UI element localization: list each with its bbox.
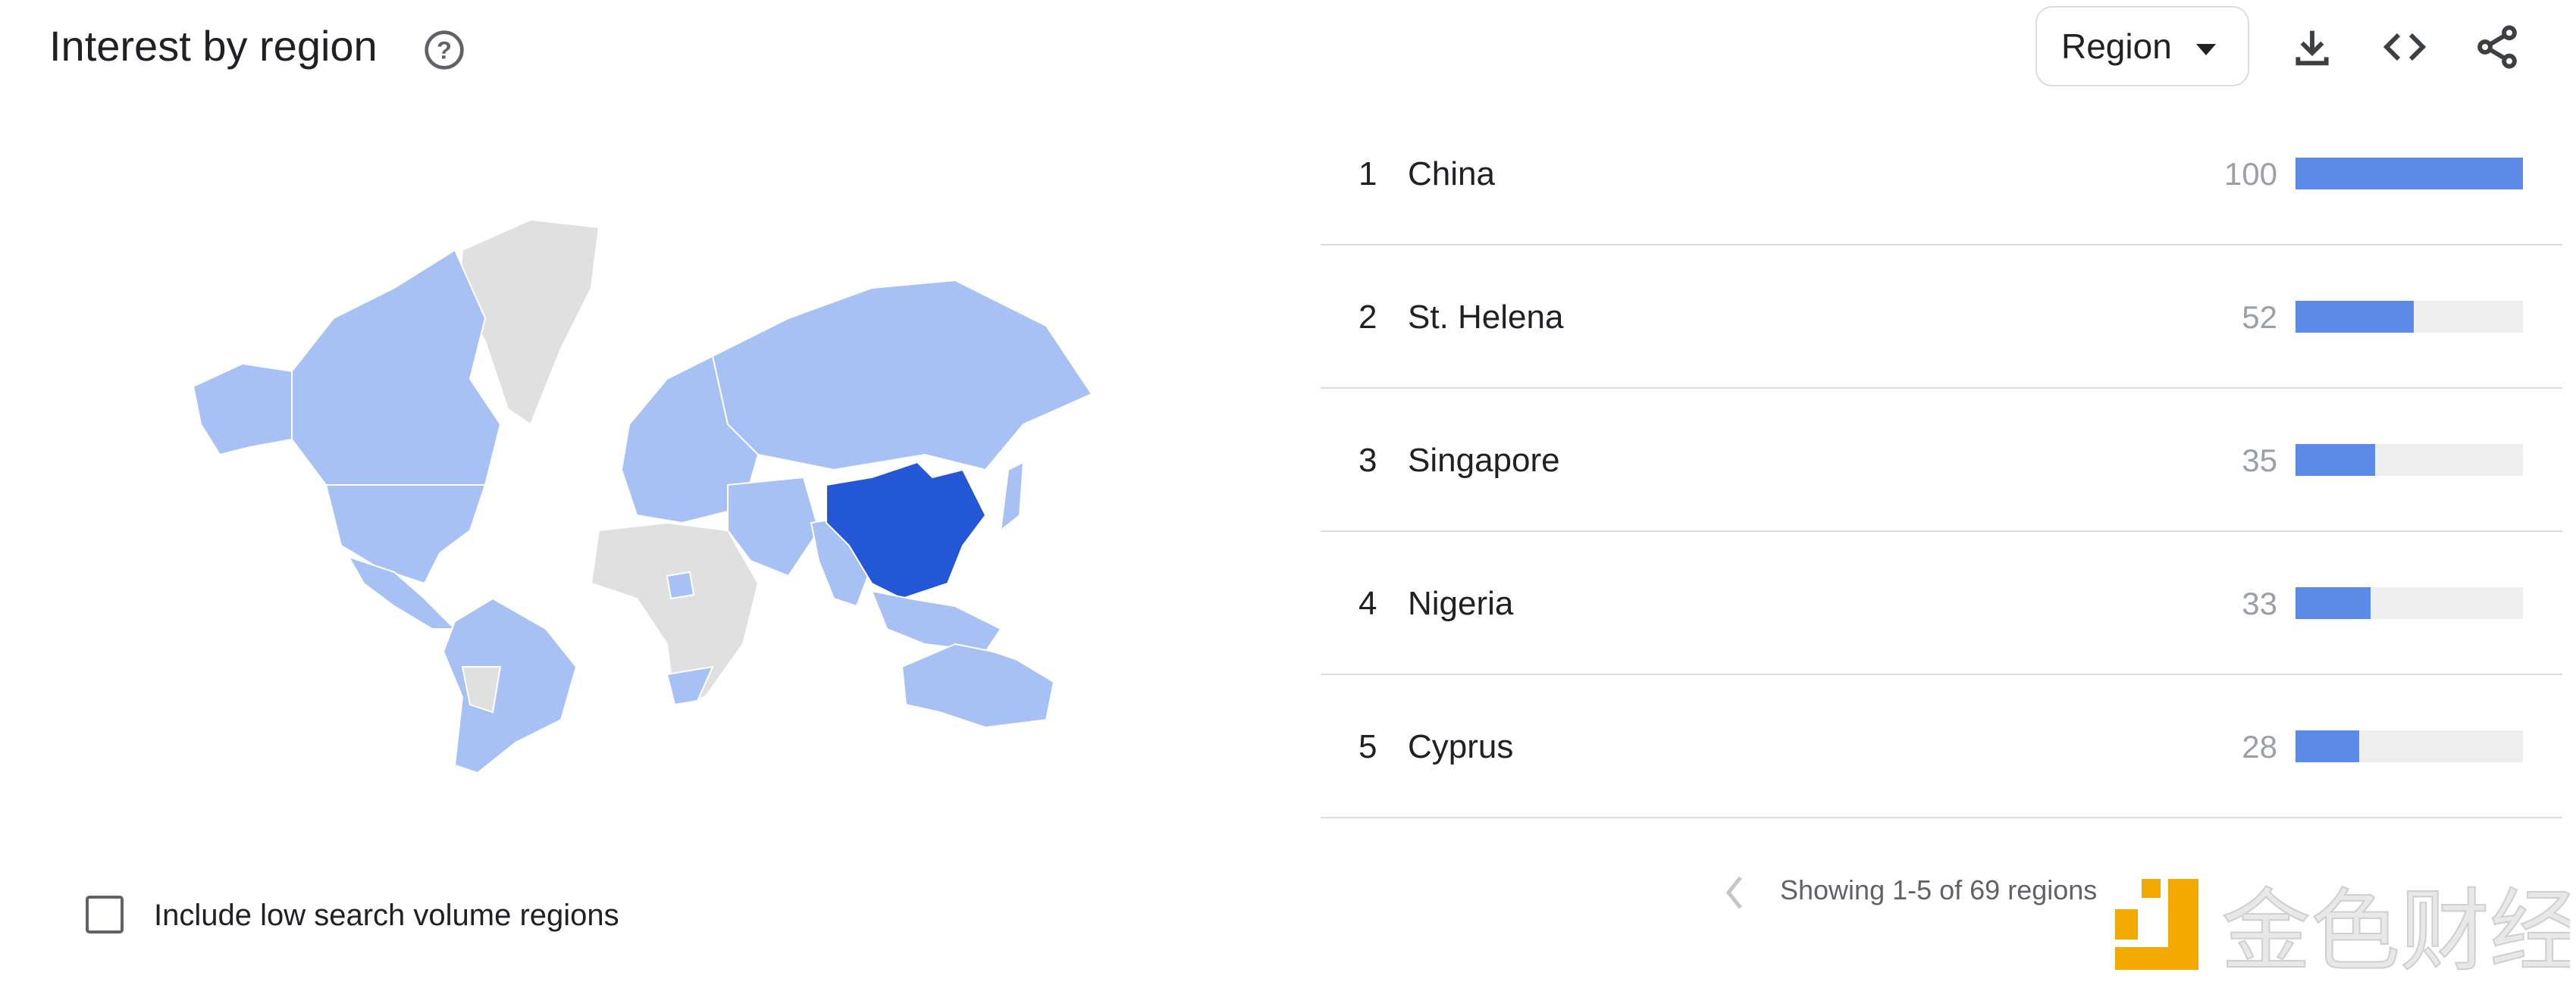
region-name: Singapore: [1408, 442, 1560, 479]
rank: 3: [1359, 442, 1377, 479]
caret-down-icon: [2196, 44, 2216, 55]
map-region-alaska: [192, 362, 293, 456]
region-value: 100: [2223, 156, 2277, 192]
value-bar: [2296, 301, 2414, 333]
map-region-japan: [999, 461, 1025, 533]
value-bar-track: [2296, 158, 2523, 189]
map-region-russia: [711, 279, 1093, 471]
region-name: China: [1408, 155, 1495, 192]
list-item[interactable]: 3 Singapore 35: [1321, 389, 2562, 532]
region-select[interactable]: Region: [2035, 6, 2249, 86]
value-bar: [2296, 444, 2375, 476]
value-bar-track: [2296, 730, 2523, 762]
pagination-text: Showing 1-5 of 69 regions: [1780, 874, 2098, 905]
value-bar: [2296, 587, 2371, 619]
map-region-southeast-asia: [870, 590, 1002, 653]
map-region-usa: [324, 484, 487, 585]
region-value: 28: [2242, 729, 2277, 765]
share-icon[interactable]: [2473, 23, 2521, 71]
map-region-canada: [291, 249, 502, 486]
region-value: 33: [2242, 586, 2277, 621]
region-value: 52: [2242, 299, 2277, 335]
list-item[interactable]: 2 St. Helena 52: [1321, 246, 2562, 389]
rank: 1: [1359, 155, 1377, 192]
list-item[interactable]: 1 China 100: [1321, 102, 2562, 246]
map-region-south-america: [442, 597, 578, 774]
region-name: Cyprus: [1408, 728, 1514, 765]
rank: 2: [1359, 299, 1377, 336]
region-select-value: Region: [2061, 27, 2172, 66]
list-item[interactable]: 5 Cyprus 28: [1321, 675, 2562, 818]
svg-text:金色财经: 金色财经: [2221, 879, 2570, 977]
code-icon[interactable]: [2380, 23, 2429, 71]
value-bar-track: [2296, 301, 2523, 333]
download-icon[interactable]: [2288, 23, 2336, 71]
value-bar: [2296, 730, 2359, 762]
low-volume-label[interactable]: Include low search volume regions: [154, 899, 619, 933]
world-map[interactable]: [0, 0, 1137, 833]
map-region-australia: [901, 643, 1055, 729]
region-name: St. Helena: [1408, 299, 1564, 336]
rank: 4: [1359, 585, 1377, 622]
value-bar-track: [2296, 587, 2523, 619]
rank: 5: [1359, 728, 1377, 765]
value-bar: [2296, 158, 2523, 189]
region-name: Nigeria: [1408, 585, 1514, 622]
watermark-logo: 金色财经: [2115, 878, 2570, 977]
map-region-nigeria: [666, 571, 695, 600]
list-item[interactable]: 4 Nigeria 33: [1321, 532, 2562, 675]
region-value: 35: [2242, 443, 2277, 478]
chevron-left-icon[interactable]: [1719, 871, 1750, 914]
low-volume-checkbox[interactable]: [86, 896, 124, 934]
value-bar-track: [2296, 444, 2523, 476]
